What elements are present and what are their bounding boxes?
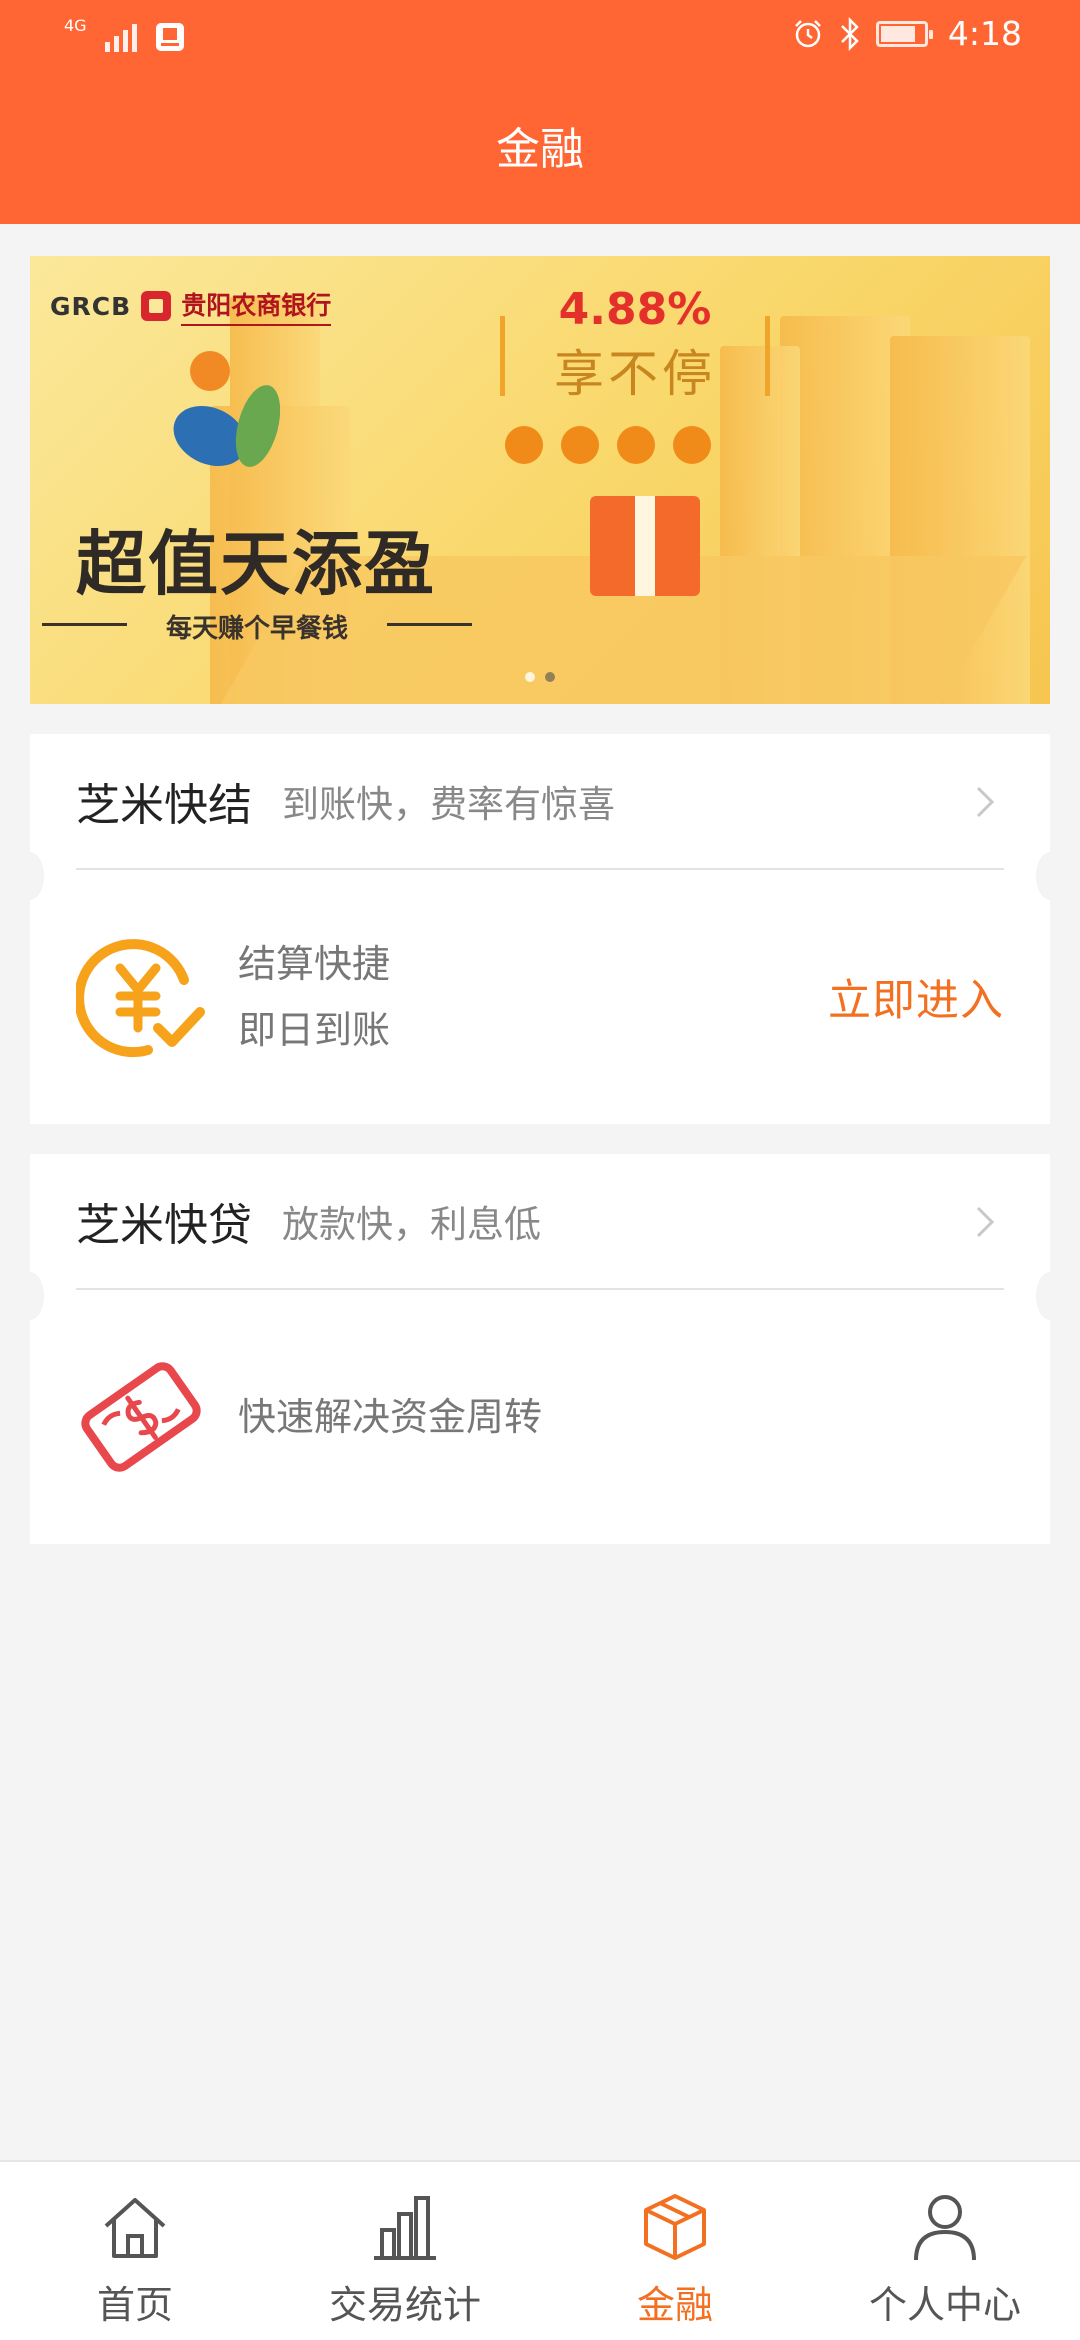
bluetooth-icon (841, 16, 859, 51)
banner-dot[interactable] (525, 672, 535, 682)
cloud-icon (673, 426, 711, 464)
battery-icon (875, 20, 933, 47)
app-header: 4G 4:18 金融 (0, 0, 1080, 224)
tab-label: 个人中心 (868, 2283, 1021, 2327)
banner-pagination (30, 672, 1050, 682)
tab-profile[interactable]: 个人中心 (810, 2162, 1080, 2340)
card-header[interactable]: 芝米快贷 放款快，利息低 (76, 1154, 1004, 1290)
chevron-right-icon[interactable] (964, 782, 1004, 822)
tab-label: 交易统计 (328, 2283, 481, 2327)
status-time: 4:18 (947, 14, 1022, 53)
quick-settle-card[interactable]: 芝米快结 到账快，费率有惊喜 结算快捷 即日到账 立即进入 (16, 734, 1064, 1124)
money-bill-icon (81, 1362, 201, 1472)
enter-button[interactable]: 立即进入 (828, 966, 1004, 1028)
gift-box-icon (590, 496, 700, 596)
feature-lines: 快速解决资金周转 (238, 1384, 542, 1450)
yuan-check-icon (76, 939, 205, 1058)
home-icon (104, 2198, 166, 2258)
status-bar: 4G 4:18 (0, 0, 1080, 72)
tab-label: 金融 (636, 2283, 713, 2327)
card-body: 快速解决资金周转 (76, 1290, 1004, 1544)
bar-chart-icon (374, 2196, 436, 2260)
tab-home[interactable]: 首页 (0, 2162, 270, 2340)
card-notch (16, 852, 44, 900)
page-title: 金融 (496, 124, 584, 175)
trend-icon (561, 426, 599, 464)
feature-line: 快速解决资金周转 (238, 1395, 543, 1439)
feature-line: 即日到账 (238, 1008, 391, 1052)
box-icon (644, 2194, 706, 2260)
card-body: 结算快捷 即日到账 立即进入 (76, 870, 1004, 1124)
bank-logo-icon (141, 291, 172, 321)
network-type: 4G (64, 16, 87, 35)
card-title: 芝米快结 (76, 780, 252, 831)
card-header[interactable]: 芝米快结 到账快，费率有惊喜 (76, 734, 1004, 870)
coins-icon (617, 426, 655, 464)
chevron-right-icon[interactable] (964, 1202, 1004, 1242)
banner-slogan: 超值天添盈 (76, 523, 436, 605)
signal-icon (104, 18, 137, 52)
card-title: 芝米快贷 (76, 1200, 252, 1251)
notification-app-icon (155, 23, 184, 51)
user-icon (914, 2195, 976, 2261)
emblem-icon (173, 351, 280, 467)
alarm-icon (795, 19, 821, 47)
bank-logo: GRCB 贵阳农商银行 (50, 286, 332, 326)
bank-name: 贵阳农商银行 (181, 286, 332, 326)
list-icon (505, 426, 543, 464)
feature-line: 结算快捷 (238, 942, 391, 986)
bottom-tab-bar: 首页 交易统计 金融 个人中心 (0, 2160, 1080, 2340)
card-subtitle: 放款快，利息低 (282, 1203, 541, 1246)
card-notch (16, 1272, 44, 1320)
rate-box: 4.88% 享不停 (500, 284, 770, 403)
card-notch (1036, 1272, 1064, 1320)
rate-value: 4.88% (558, 284, 712, 335)
feature-lines: 结算快捷 即日到账 (238, 931, 390, 1063)
rate-caption: 享不停 (554, 345, 716, 403)
banner-dot[interactable] (545, 672, 555, 682)
card-subtitle: 到账快，费率有惊喜 (282, 783, 615, 826)
banner-slogan-sub: 每天赚个早餐钱 (42, 608, 472, 645)
tab-stats[interactable]: 交易统计 (270, 2162, 540, 2340)
promo-banner[interactable]: GRCB 贵阳农商银行 4.88% 享不停 超值天添盈 每天赚个早餐钱 (30, 256, 1050, 704)
quick-loan-card[interactable]: 芝米快贷 放款快，利息低 快速解决资金周转 (16, 1154, 1064, 1544)
tab-finance[interactable]: 金融 (540, 2162, 810, 2340)
tab-label: 首页 (96, 2283, 173, 2327)
card-notch (1036, 852, 1064, 900)
bank-code: GRCB (50, 291, 132, 321)
banner-feature-icons (505, 426, 711, 464)
